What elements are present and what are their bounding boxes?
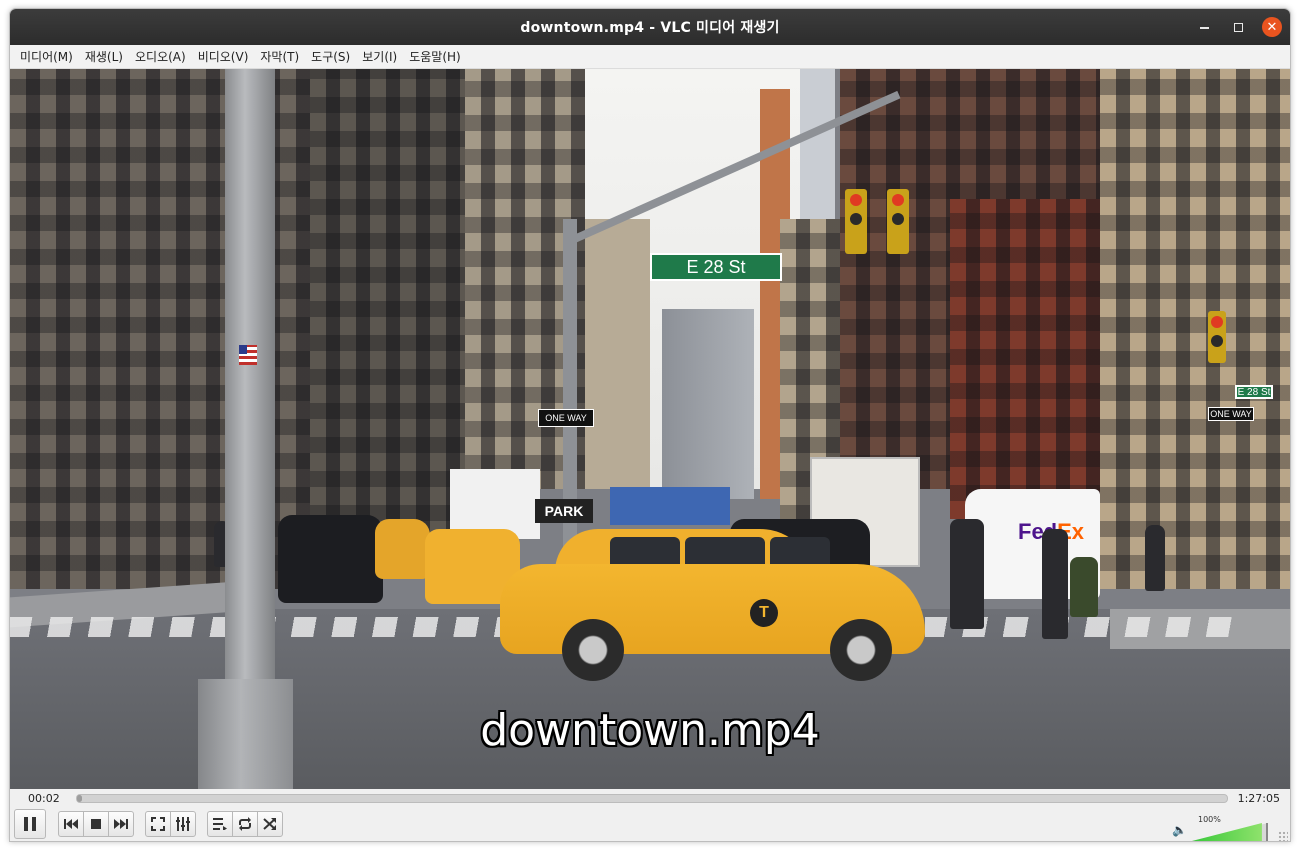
pedestrian xyxy=(1042,529,1068,639)
minimize-icon[interactable] xyxy=(1194,17,1214,37)
menu-subtitle[interactable]: 자막(T) xyxy=(254,48,305,65)
building-left-2 xyxy=(310,69,470,539)
traffic-light xyxy=(845,189,867,254)
stop-icon[interactable] xyxy=(83,811,109,837)
window-title: downtown.mp4 - VLC 미디어 재생기 xyxy=(520,20,780,36)
button-row xyxy=(14,809,294,839)
loop-icon[interactable] xyxy=(232,811,258,837)
taxi-wheel xyxy=(562,619,624,681)
bus xyxy=(610,487,730,525)
menu-audio[interactable]: 오디오(A) xyxy=(129,48,192,65)
taxi-distant xyxy=(375,519,430,579)
subtitle-text: downtown.mp4 xyxy=(480,705,820,756)
park-sign: PARK xyxy=(535,499,593,523)
building-glass xyxy=(800,69,835,219)
seek-bar[interactable] xyxy=(76,794,1228,803)
menu-media[interactable]: 미디어(M) xyxy=(14,48,79,65)
title-bar[interactable]: downtown.mp4 - VLC 미디어 재생기 ✕ xyxy=(10,9,1290,45)
building-right-red xyxy=(950,199,1100,519)
building-metlife xyxy=(662,309,754,499)
skip-next-icon[interactable] xyxy=(108,811,134,837)
building-left-far xyxy=(585,219,650,489)
pause-icon[interactable] xyxy=(14,809,46,839)
resize-grip[interactable] xyxy=(1278,831,1288,841)
speaker-icon[interactable]: 🔈 xyxy=(1172,823,1187,837)
yellow-taxi: T xyxy=(500,529,925,681)
shuffle-icon[interactable] xyxy=(257,811,283,837)
vlc-window: downtown.mp4 - VLC 미디어 재생기 ✕ 미디어(M) 재생(L… xyxy=(9,8,1291,842)
volume-level xyxy=(1192,823,1262,841)
menu-tools[interactable]: 도구(S) xyxy=(305,48,356,65)
maximize-icon[interactable] xyxy=(1228,17,1248,37)
window-controls: ✕ xyxy=(1194,9,1282,45)
elapsed-time[interactable]: 00:02 xyxy=(28,792,60,805)
fullscreen-icon[interactable] xyxy=(145,811,171,837)
menu-video[interactable]: 비디오(V) xyxy=(192,48,255,65)
skip-previous-icon[interactable] xyxy=(58,811,84,837)
seek-progress xyxy=(77,795,82,802)
one-way-sign-2: ONE WAY xyxy=(1208,407,1254,421)
transport-group xyxy=(58,811,134,837)
traffic-light-2 xyxy=(887,189,909,254)
pedestrian xyxy=(1145,525,1165,591)
playlist-icon[interactable] xyxy=(207,811,233,837)
flag-sticker xyxy=(239,345,257,365)
playlist-group xyxy=(207,811,283,837)
menu-bar: 미디어(M) 재생(L) 오디오(A) 비디오(V) 자막(T) 도구(S) 보… xyxy=(10,45,1290,69)
one-way-sign: ONE WAY xyxy=(538,409,594,427)
taxi-wheel xyxy=(830,619,892,681)
volume-slider[interactable] xyxy=(1192,823,1268,841)
control-bar: 00:02 1:27:05 🔈 100% xyxy=(10,789,1290,841)
taxi-badge: T xyxy=(750,599,778,627)
total-time[interactable]: 1:27:05 xyxy=(1238,792,1280,805)
street-sign: E 28 St xyxy=(650,253,782,281)
equalizer-icon[interactable] xyxy=(170,811,196,837)
traffic-light-3 xyxy=(1208,311,1226,363)
cyclist xyxy=(950,519,984,629)
video-area[interactable]: E 28 St E 28 St ONE WAY ONE WAY PARK Fed… xyxy=(10,69,1290,789)
menu-view[interactable]: 보기(I) xyxy=(356,48,403,65)
pedestrian xyxy=(1070,557,1098,617)
menu-playback[interactable]: 재생(L) xyxy=(79,48,129,65)
view-group xyxy=(145,811,196,837)
building-right-3 xyxy=(1100,69,1290,589)
close-icon[interactable]: ✕ xyxy=(1262,17,1282,37)
volume-end xyxy=(1266,823,1268,841)
black-suv xyxy=(278,515,383,603)
menu-help[interactable]: 도움말(H) xyxy=(403,48,467,65)
street-sign-small: E 28 St xyxy=(1235,385,1273,399)
